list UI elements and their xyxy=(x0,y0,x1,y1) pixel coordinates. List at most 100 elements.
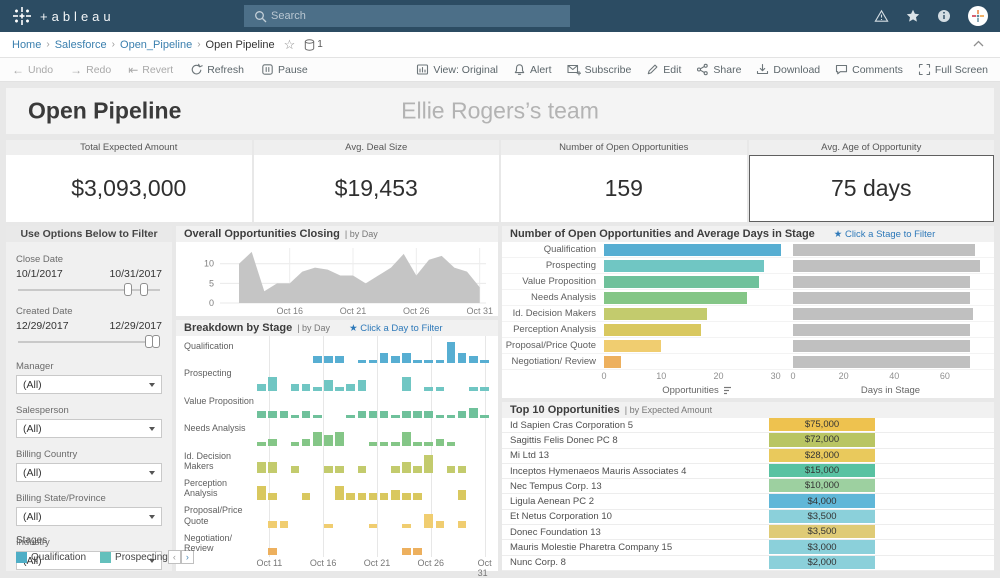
bar-mark[interactable] xyxy=(291,466,299,473)
bar-mark[interactable] xyxy=(335,466,343,473)
bar-mark[interactable] xyxy=(413,360,421,364)
bar-mark[interactable] xyxy=(391,415,399,419)
bar-mark[interactable] xyxy=(358,380,366,391)
close-date-slider-handle-end[interactable] xyxy=(140,283,148,296)
toolbar-pause-button[interactable]: Pause xyxy=(261,63,308,76)
salesperson-dropdown[interactable]: (All) xyxy=(16,419,162,438)
breadcrumb-workbook[interactable]: Open_Pipeline xyxy=(120,39,192,51)
opportunities-bar-mark[interactable] xyxy=(604,244,781,256)
expected-amount-cell[interactable]: $3,500 xyxy=(769,525,875,538)
bar-mark[interactable] xyxy=(280,521,288,528)
bar-mark[interactable] xyxy=(324,380,332,391)
kpi-card-3[interactable]: Avg. Age of Opportunity75 days xyxy=(749,140,995,222)
bar-mark[interactable] xyxy=(346,384,354,391)
bar-mark[interactable] xyxy=(402,377,410,391)
days-bar-mark[interactable] xyxy=(793,340,970,352)
opportunities-bar-mark[interactable] xyxy=(604,340,661,352)
bar-mark[interactable] xyxy=(447,415,455,419)
expected-amount-cell[interactable]: $10,000 xyxy=(769,479,875,492)
bar-mark[interactable] xyxy=(402,462,410,473)
toolbar-alert-button[interactable]: Alert xyxy=(513,63,552,76)
kpi-card-2[interactable]: Number of Open Opportunities159 xyxy=(501,140,747,222)
opportunities-bar-mark[interactable] xyxy=(604,356,621,368)
days-bar-mark[interactable] xyxy=(793,356,970,368)
toolbar-share-button[interactable]: Share xyxy=(696,63,741,76)
bar-mark[interactable] xyxy=(402,353,410,364)
bar-mark[interactable] xyxy=(302,384,310,391)
bar-mark[interactable] xyxy=(291,384,299,391)
expected-amount-cell[interactable]: $2,000 xyxy=(769,556,875,569)
table-row[interactable]: Ligula Aenean PC 2$4,000 xyxy=(502,494,994,509)
toolbar-comments-button[interactable]: Comments xyxy=(835,63,903,76)
bar-mark[interactable] xyxy=(358,493,366,500)
closing-area-chart[interactable]: 0510Oct 16Oct 21Oct 26Oct 31 xyxy=(176,242,498,316)
favorite-star-icon[interactable]: ☆ xyxy=(284,37,296,53)
bar-mark[interactable] xyxy=(413,466,421,473)
kpi-card-1[interactable]: Avg. Deal Size$19,453 xyxy=(254,140,500,222)
bar-mark[interactable] xyxy=(391,466,399,473)
bar-mark[interactable] xyxy=(447,342,455,363)
close-date-slider-track[interactable] xyxy=(18,289,160,291)
table-row[interactable]: Nunc Corp. 8$2,000 xyxy=(502,556,994,571)
bar-mark[interactable] xyxy=(313,356,321,363)
bar-mark[interactable] xyxy=(302,493,310,500)
bar-mark[interactable] xyxy=(402,432,410,446)
bar-mark[interactable] xyxy=(335,356,343,363)
info-icon[interactable] xyxy=(937,9,951,23)
bar-mark[interactable] xyxy=(380,411,388,418)
bar-mark[interactable] xyxy=(257,384,265,391)
toolbar-revert-button[interactable]: ⇤Revert xyxy=(128,63,173,76)
table-row[interactable]: Et Netus Corporation 10$3,500 xyxy=(502,510,994,525)
expected-amount-cell[interactable]: $15,000 xyxy=(769,464,875,477)
table-row[interactable]: Mi Ltd 13$28,000 xyxy=(502,449,994,464)
sort-icon[interactable] xyxy=(723,386,732,395)
billing-country-dropdown[interactable]: (All) xyxy=(16,463,162,482)
click-day-filter-link[interactable]: ★ Click a Day to Filter xyxy=(349,323,443,334)
bar-mark[interactable] xyxy=(380,442,388,446)
bar-mark[interactable] xyxy=(469,356,477,363)
bar-mark[interactable] xyxy=(480,360,488,364)
bar-mark[interactable] xyxy=(313,387,321,391)
table-row[interactable]: Nec Tempus Corp. 13$10,000 xyxy=(502,479,994,494)
bar-mark[interactable] xyxy=(302,439,310,446)
bar-mark[interactable] xyxy=(380,353,388,364)
bar-mark[interactable] xyxy=(257,462,265,473)
toolbar-view-button[interactable]: View: Original xyxy=(416,63,498,76)
bar-mark[interactable] xyxy=(391,490,399,501)
bar-mark[interactable] xyxy=(313,432,321,446)
bar-mark[interactable] xyxy=(268,411,276,418)
days-bar-mark[interactable] xyxy=(793,260,980,272)
toolbar-refresh-button[interactable]: Refresh xyxy=(190,63,244,76)
opportunities-bar-mark[interactable] xyxy=(604,308,707,320)
bar-mark[interactable] xyxy=(257,411,265,418)
breadcrumb-home[interactable]: Home xyxy=(12,39,41,51)
bar-mark[interactable] xyxy=(424,411,432,418)
bar-mark[interactable] xyxy=(268,377,276,391)
bar-mark[interactable] xyxy=(458,521,466,528)
bar-mark[interactable] xyxy=(268,462,276,473)
bar-mark[interactable] xyxy=(268,521,276,528)
created-date-slider-handle-end[interactable] xyxy=(152,335,160,348)
bar-mark[interactable] xyxy=(413,548,421,555)
opportunities-bar-mark[interactable] xyxy=(604,292,747,304)
billing-state-province-dropdown[interactable]: (All) xyxy=(16,507,162,526)
bar-mark[interactable] xyxy=(402,411,410,418)
bar-mark[interactable] xyxy=(424,455,432,473)
bar-mark[interactable] xyxy=(391,442,399,446)
closing-area-mark[interactable] xyxy=(239,252,480,303)
table-row[interactable]: Donec Foundation 13$3,500 xyxy=(502,525,994,540)
bar-mark[interactable] xyxy=(313,415,321,419)
bar-mark[interactable] xyxy=(424,387,432,391)
bar-mark[interactable] xyxy=(424,360,432,364)
table-row[interactable]: Mauris Molestie Pharetra Company 15$3,00… xyxy=(502,540,994,555)
days-bar-mark[interactable] xyxy=(793,276,970,288)
toolbar-undo-button[interactable]: ←Undo xyxy=(12,63,53,76)
bar-mark[interactable] xyxy=(335,486,343,500)
table-row[interactable]: Sagittis Felis Donec PC 8$72,000 xyxy=(502,433,994,448)
bar-mark[interactable] xyxy=(413,442,421,446)
expected-amount-cell[interactable]: $3,000 xyxy=(769,540,875,553)
bar-mark[interactable] xyxy=(447,442,455,446)
bar-mark[interactable] xyxy=(458,411,466,418)
bar-mark[interactable] xyxy=(436,387,444,391)
bar-mark[interactable] xyxy=(268,439,276,446)
